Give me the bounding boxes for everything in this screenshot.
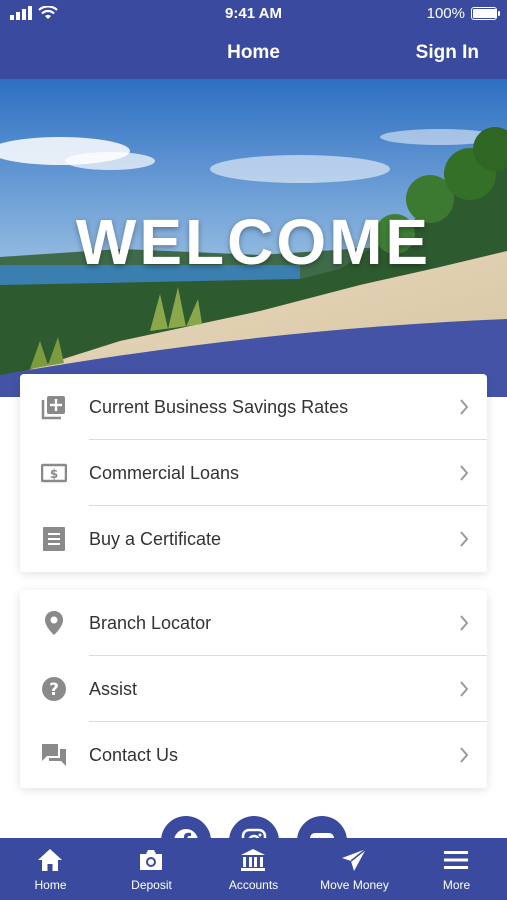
tab-accounts[interactable]: Accounts: [203, 838, 304, 900]
battery-status: 100%: [426, 5, 500, 22]
dollar-bill-icon: $: [41, 463, 67, 483]
menu-item-label: Commercial Loans: [89, 463, 240, 483]
tab-label: More: [442, 878, 471, 892]
support-card: Branch Locator ? Assist Contact Us: [20, 590, 487, 788]
menu-item-contact-us[interactable]: Contact Us: [20, 722, 487, 788]
chevron-right-icon: [460, 531, 469, 547]
menu-item-assist[interactable]: ? Assist: [20, 656, 487, 722]
nav-bar: Home Sign In: [0, 28, 507, 79]
tab-move-money[interactable]: Move Money: [304, 838, 405, 900]
chevron-right-icon: [460, 465, 469, 481]
certificate-icon: [43, 527, 65, 551]
welcome-heading: WELCOME: [75, 206, 432, 278]
menu-item-buy-certificate[interactable]: Buy a Certificate: [20, 506, 487, 572]
svg-text:?: ?: [49, 680, 59, 700]
menu-item-business-savings-rates[interactable]: Current Business Savings Rates: [20, 374, 487, 440]
svg-text:$: $: [50, 467, 58, 481]
status-bar: 9:41 AM 100%: [0, 0, 507, 28]
tab-label: Move Money: [320, 878, 389, 892]
tab-label: Accounts: [228, 878, 279, 892]
tab-label: Home: [34, 878, 67, 892]
menu-item-label: Contact Us: [89, 745, 179, 765]
menu-item-label: Branch Locator: [89, 613, 212, 633]
tab-home[interactable]: Home: [0, 838, 101, 900]
tab-more[interactable]: More: [406, 838, 507, 900]
bank-icon: [241, 849, 265, 871]
chevron-right-icon: [460, 399, 469, 415]
menu-item-commercial-loans[interactable]: $ Commercial Loans: [20, 440, 487, 506]
hero-banner: WELCOME: [0, 79, 507, 397]
help-icon: ?: [42, 677, 66, 701]
tab-deposit[interactable]: Deposit: [101, 838, 202, 900]
services-card: Current Business Savings Rates $ Commerc…: [20, 374, 487, 572]
chevron-right-icon: [460, 615, 469, 631]
send-icon: [342, 848, 367, 871]
chevron-right-icon: [460, 747, 469, 763]
location-pin-icon: [45, 611, 63, 635]
menu-icon: [444, 851, 468, 869]
menu-item-label: Current Business Savings Rates: [89, 397, 349, 417]
home-icon: [38, 849, 62, 871]
chat-icon: [42, 744, 66, 766]
add-box-icon: [41, 396, 65, 420]
battery-percent: 100%: [426, 5, 465, 22]
menu-item-branch-locator[interactable]: Branch Locator: [20, 590, 487, 656]
tab-label: Deposit: [131, 878, 172, 892]
chevron-right-icon: [460, 681, 469, 697]
tab-bar: Home Deposit Accounts Move Money More: [0, 834, 507, 900]
menu-item-label: Buy a Certificate: [89, 529, 222, 549]
menu-item-label: Assist: [89, 679, 138, 699]
battery-icon: [471, 7, 500, 20]
sign-in-button[interactable]: Sign In: [416, 42, 479, 64]
camera-icon: [140, 850, 162, 870]
